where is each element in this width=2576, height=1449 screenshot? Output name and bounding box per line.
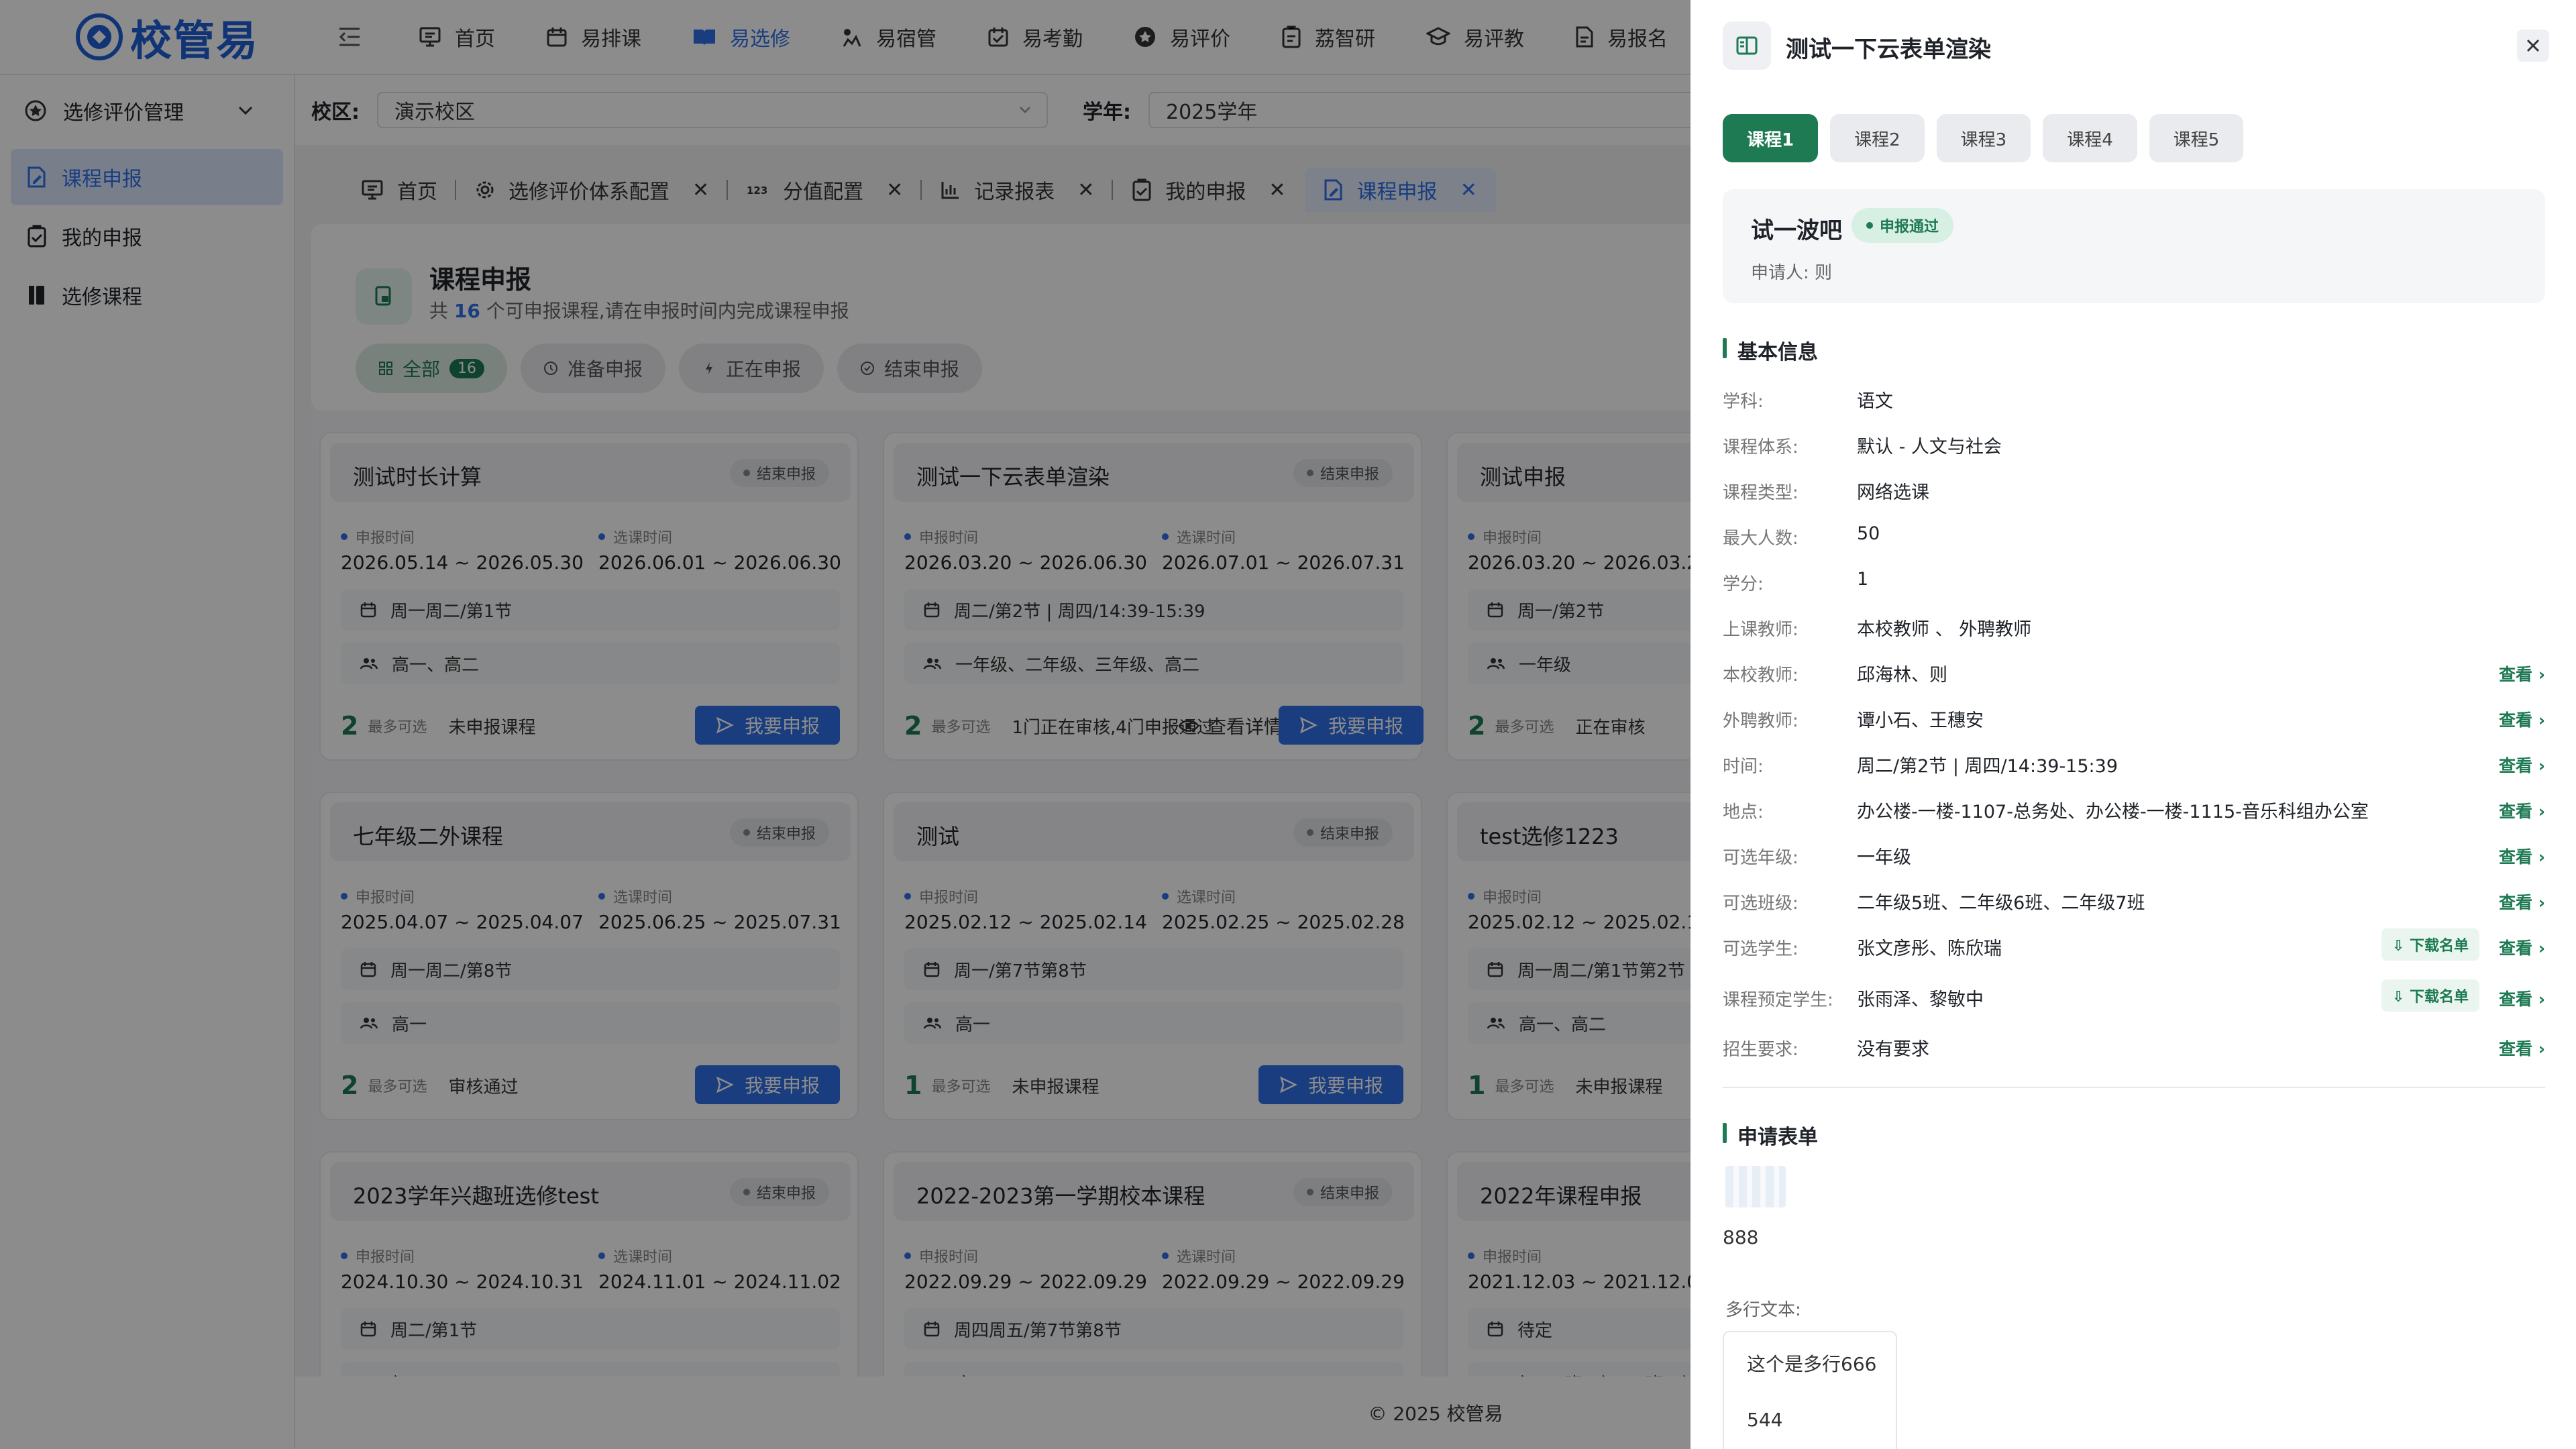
info-row: 招生要求: 没有要求 查看 › (1723, 1026, 2545, 1067)
info-row: 上课教师: 本校教师 、 外聘教师 (1723, 606, 2545, 647)
info-value: 周二/第2节 | 周四/14:39-15:39 (1857, 756, 2118, 777)
info-value: 50 (1857, 523, 1880, 544)
download-list-button[interactable]: ⇩ 下载名单 (2381, 979, 2479, 1012)
divider (1723, 1087, 2545, 1088)
info-key: 学分: (1723, 574, 1764, 594)
view-link[interactable]: 查看 › (2499, 986, 2545, 1010)
info-row: 学分: 1 (1723, 561, 2545, 601)
view-link[interactable]: 查看 › (2499, 844, 2545, 868)
course-tab-2[interactable]: 课程2 (1830, 114, 1925, 162)
info-key: 招生要求: (1723, 1040, 1799, 1060)
info-row: 最大人数: 50 (1723, 515, 2545, 555)
info-key: 课程类型: (1723, 483, 1799, 503)
close-icon[interactable] (2517, 30, 2549, 62)
info-value: 1 (1857, 569, 1869, 590)
course-tab-4[interactable]: 课程4 (2043, 114, 2137, 162)
form-value: 888 (1723, 1226, 1759, 1248)
course-tab-5[interactable]: 课程5 (2149, 114, 2244, 162)
info-key: 时间: (1723, 757, 1764, 777)
info-value: 邱海林、则 (1857, 665, 1947, 686)
info-value: 语文 (1857, 391, 1893, 412)
multiline-text-box: 这个是多行666 544 (1723, 1331, 1897, 1449)
info-key: 外聘教师: (1723, 711, 1799, 731)
view-link[interactable]: 查看 › (2499, 935, 2545, 959)
info-key: 可选班级: (1723, 894, 1799, 914)
info-row: 可选年级: 一年级 查看 › (1723, 835, 2545, 875)
info-value: 谭小石、王穗安 (1857, 710, 1984, 731)
form-image-thumbnail[interactable] (1725, 1166, 1786, 1208)
info-row: 本校教师: 邱海林、则 查看 › (1723, 652, 2545, 692)
info-value: 一年级 (1857, 847, 1911, 868)
info-value: 二年级5班、二年级6班、二年级7班 (1857, 893, 2145, 914)
info-row: 课程预定学生: 张雨泽、黎敏中 ⇩ 下载名单 查看 › (1723, 977, 2545, 1017)
application-card: 试一波吧 申报通过 申请人: 则 (1723, 189, 2545, 303)
info-value: 本校教师 、 外聘教师 (1857, 619, 2032, 640)
info-key: 本校教师: (1723, 665, 1799, 686)
drawer-title: 测试一下云表单渲染 (1786, 36, 1991, 63)
info-key: 上课教师: (1723, 620, 1799, 640)
multiline-label: 多行文本: (1725, 1300, 1801, 1320)
info-row: 地点: 办公楼-一楼-1107-总务处、办公楼-一楼-1115-音乐科组办公室 查看… (1723, 789, 2545, 829)
panel-icon (1723, 21, 1771, 70)
info-value: 没有要求 (1857, 1039, 1929, 1060)
info-value: 张雨泽、黎敏中 (1857, 989, 1984, 1010)
info-key: 可选年级: (1723, 848, 1799, 868)
applicant: 申请人: 则 (1751, 263, 1833, 283)
info-row: 外聘教师: 谭小石、王穗安 查看 › (1723, 698, 2545, 738)
application-name: 试一波吧 (1751, 217, 1842, 244)
info-key: 最大人数: (1723, 529, 1799, 549)
view-link[interactable]: 查看 › (2499, 1036, 2545, 1060)
info-key: 课程预定学生: (1723, 990, 1833, 1010)
info-row: 时间: 周二/第2节 | 周四/14:39-15:39 查看 › (1723, 743, 2545, 784)
view-link[interactable]: 查看 › (2499, 707, 2545, 731)
info-value: 默认 - 人文与社会 (1857, 437, 2002, 458)
view-link[interactable]: 查看 › (2499, 661, 2545, 686)
multiline-line-2: 544 (1747, 1409, 1783, 1431)
multiline-line-1: 这个是多行666 (1747, 1353, 1877, 1375)
view-link[interactable]: 查看 › (2499, 753, 2545, 777)
info-row: 可选学生: 张文彦彤、陈欣瑞 ⇩ 下载名单 查看 › (1723, 926, 2545, 966)
info-key: 可选学生: (1723, 939, 1799, 959)
download-list-button[interactable]: ⇩ 下载名单 (2381, 928, 2479, 961)
course-detail-drawer: 测试一下云表单渲染 课程1 课程2 课程3 课程4 课程5 试一波吧 申报通过 申请人:… (1690, 0, 2576, 1449)
info-row: 可选班级: 二年级5班、二年级6班、二年级7班 查看 › (1723, 880, 2545, 920)
course-tab-1[interactable]: 课程1 (1723, 114, 1819, 162)
modal-overlay[interactable] (0, 0, 1690, 1449)
course-tabs: 课程1 课程2 课程3 课程4 课程5 (1723, 114, 2255, 162)
info-row: 课程体系: 默认 - 人文与社会 (1723, 424, 2545, 464)
info-key: 课程体系: (1723, 437, 1799, 458)
info-value: 张文彦彤、陈欣瑞 (1857, 938, 2002, 959)
info-row: 学科: 语文 (1723, 378, 2545, 419)
info-key: 学科: (1723, 392, 1764, 412)
view-link[interactable]: 查看 › (2499, 890, 2545, 914)
info-row: 课程类型: 网络选课 (1723, 470, 2545, 510)
course-tab-3[interactable]: 课程3 (1936, 114, 2031, 162)
info-value: 网络选课 (1857, 482, 1929, 503)
info-key: 地点: (1723, 802, 1764, 822)
application-form-title: 申请表单 (1723, 1120, 1818, 1150)
info-value: 办公楼-一楼-1107-总务处、办公楼-一楼-1115-音乐科组办公室 (1857, 802, 2369, 822)
basic-info-title: 基本信息 (1723, 335, 1818, 365)
view-link[interactable]: 查看 › (2499, 798, 2545, 822)
status-badge: 申报通过 (1851, 208, 1954, 243)
